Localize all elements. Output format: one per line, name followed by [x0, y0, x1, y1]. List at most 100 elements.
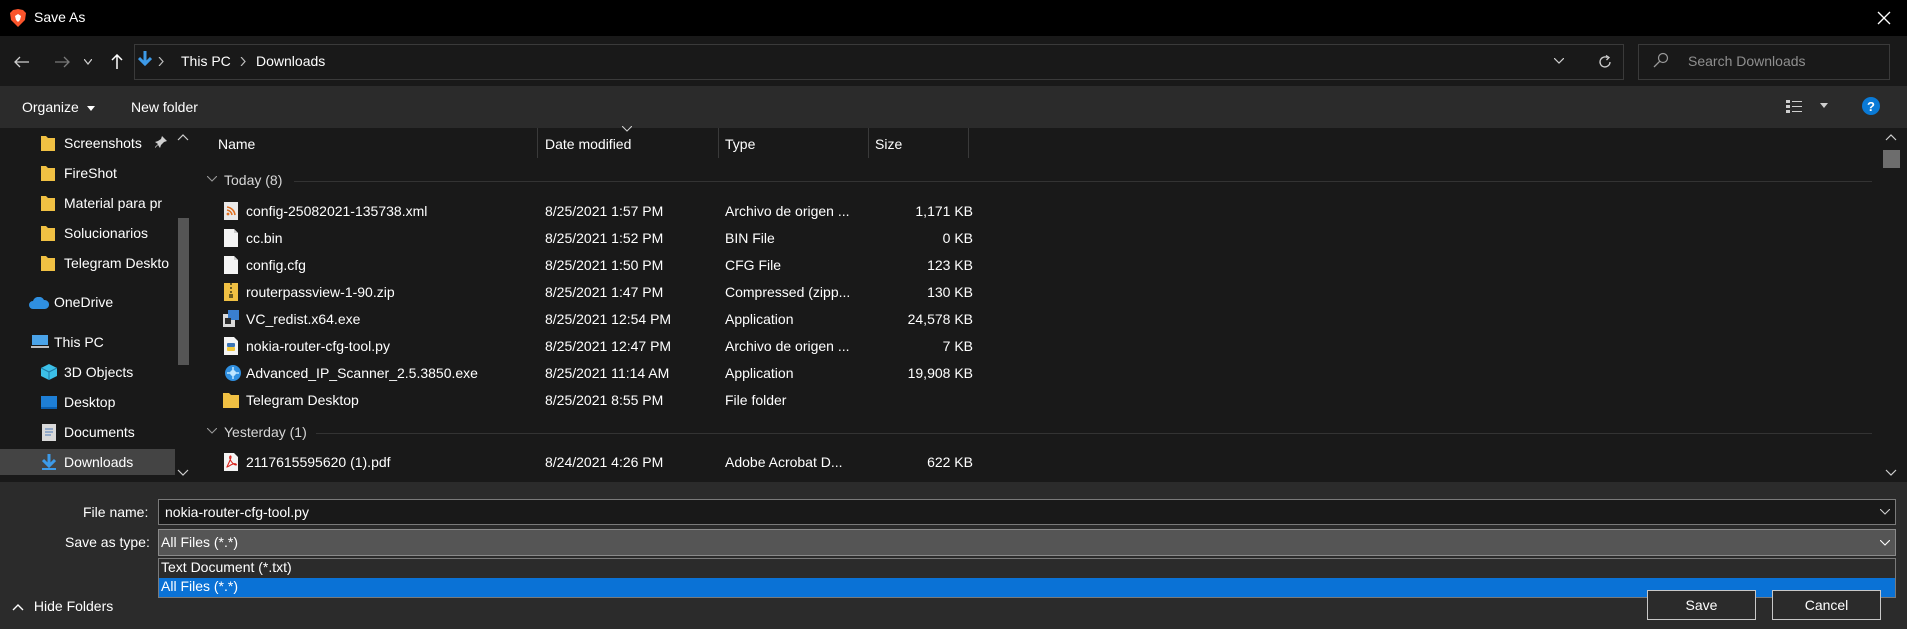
file-row[interactable]: Advanced_IP_Scanner_2.5.3850.exe 8/25/20… [215, 360, 1875, 387]
download-icon [42, 454, 56, 470]
column-header-type[interactable]: Type [719, 128, 867, 158]
file-row[interactable]: cc.bin 8/25/2021 1:52 PM BIN File 0 KB [215, 225, 1875, 252]
chevron-right-icon [240, 57, 246, 66]
nav-item-downloads[interactable]: Downloads [0, 449, 190, 475]
help-button[interactable]: ? [1862, 97, 1880, 115]
save-type-option-all[interactable]: All Files (*.*) [159, 578, 1895, 597]
refresh-icon [1599, 55, 1611, 68]
folder-icon [41, 166, 55, 181]
save-type-value: All Files (*.*) [161, 534, 239, 550]
organize-button[interactable]: Organize [22, 99, 95, 115]
folder-icon [41, 256, 55, 271]
nav-item-documents[interactable]: Documents [0, 419, 190, 445]
group-header-today[interactable]: Today (8) [224, 172, 282, 188]
save-button[interactable]: Save [1647, 590, 1756, 620]
python-file-icon [224, 337, 238, 355]
up-button[interactable] [103, 48, 131, 76]
organize-label: Organize [22, 99, 79, 115]
chevron-right-icon [158, 57, 164, 66]
file-name-input[interactable] [158, 499, 1896, 525]
file-row[interactable]: routerpassview-1-90.zip 8/25/2021 1:47 P… [215, 279, 1875, 306]
nav-item-fireshot[interactable]: FireShot [0, 160, 190, 186]
file-row[interactable]: config-25082021-135738.xml 8/25/2021 1:5… [215, 198, 1875, 225]
file-icon [224, 229, 238, 247]
folder-icon [41, 196, 55, 211]
refresh-button[interactable] [1590, 48, 1620, 76]
command-bar [0, 86, 1907, 128]
save-type-option-txt[interactable]: Text Document (*.txt) [159, 559, 1895, 578]
chevron-down-icon[interactable] [1880, 540, 1890, 546]
back-button[interactable] [8, 48, 36, 76]
details-view-icon [1786, 100, 1828, 113]
hide-folders-button[interactable]: Hide Folders [12, 598, 113, 614]
save-type-select[interactable]: All Files (*.*) [158, 529, 1896, 556]
nav-item-this-pc[interactable]: This PC [0, 329, 190, 355]
arrow-right-icon [55, 56, 70, 68]
forward-button[interactable] [48, 48, 76, 76]
scroll-up-icon[interactable] [177, 133, 189, 141]
computer-icon [31, 335, 49, 348]
file-row[interactable]: 2117615595620 (1).pdf 8/24/2021 4:26 PM … [215, 449, 1875, 476]
nav-item-3d-objects[interactable]: 3D Objects [0, 359, 190, 385]
file-name-label: File name: [83, 504, 149, 520]
change-view-button[interactable] [1786, 98, 1830, 117]
folder-icon [41, 136, 55, 151]
nav-scrollbar-thumb[interactable] [178, 218, 189, 365]
save-type-label: Save as type: [65, 534, 150, 550]
file-row[interactable]: config.cfg 8/25/2021 1:50 PM CFG File 12… [215, 252, 1875, 279]
folder-icon [41, 226, 55, 241]
file-list-scrollbar[interactable] [1883, 128, 1907, 482]
scroll-down-icon[interactable] [177, 469, 189, 477]
close-button[interactable] [1861, 0, 1907, 36]
nav-item-desktop[interactable]: Desktop [0, 389, 190, 415]
column-header-date[interactable]: Date modified [538, 128, 717, 158]
arrow-up-icon [111, 54, 123, 69]
new-folder-button[interactable]: New folder [131, 99, 198, 115]
breadcrumb-this-pc[interactable]: This PC [181, 53, 231, 69]
close-icon [1877, 11, 1891, 25]
group-collapse-icon[interactable] [207, 176, 217, 182]
file-icon [224, 256, 238, 274]
download-folder-icon [138, 51, 152, 67]
pin-icon [155, 136, 167, 148]
nav-item-screenshots[interactable]: Screenshots [0, 130, 190, 156]
nav-item-material[interactable]: Material para pr [0, 190, 190, 216]
hide-folders-label: Hide Folders [33, 598, 114, 614]
group-divider [294, 181, 1872, 182]
nav-item-telegram[interactable]: Telegram Deskto [0, 250, 190, 276]
arrow-left-icon [14, 56, 29, 68]
search-icon [1653, 52, 1669, 68]
column-header-size[interactable]: Size [869, 128, 967, 158]
nav-item-solucionarios[interactable]: Solucionarios [0, 220, 190, 246]
title-bar [0, 0, 1907, 36]
file-row[interactable]: nokia-router-cfg-tool.py 8/25/2021 12:47… [215, 333, 1875, 360]
scroll-down-icon[interactable] [1885, 469, 1897, 477]
documents-icon [42, 424, 56, 441]
breadcrumb-downloads[interactable]: Downloads [256, 53, 325, 69]
file-list-scrollbar-thumb[interactable] [1883, 150, 1900, 168]
column-divider[interactable] [968, 128, 969, 158]
folder-icon [223, 393, 239, 408]
column-header-name[interactable]: Name [208, 128, 536, 158]
recent-locations-button[interactable] [80, 48, 96, 76]
address-bar[interactable] [134, 44, 1624, 80]
chevron-down-icon[interactable] [1880, 509, 1890, 515]
cancel-button[interactable]: Cancel [1772, 590, 1881, 620]
save-type-dropdown: Text Document (*.txt) All Files (*.*) [158, 558, 1896, 598]
window-title: Save As [34, 9, 86, 25]
pdf-icon [224, 453, 238, 471]
group-header-yesterday[interactable]: Yesterday (1) [224, 424, 307, 440]
desktop-icon [41, 396, 57, 409]
address-history-chevron-icon[interactable] [1554, 58, 1564, 64]
group-collapse-icon[interactable] [207, 428, 217, 434]
chevron-down-icon [84, 59, 92, 65]
cloud-icon [29, 297, 49, 309]
scroll-up-icon[interactable] [1885, 133, 1897, 141]
nav-item-onedrive[interactable]: OneDrive [0, 289, 190, 315]
search-placeholder: Search Downloads [1688, 53, 1806, 69]
group-divider [316, 433, 1872, 434]
file-row[interactable]: VC_redist.x64.exe 8/25/2021 12:54 PM App… [215, 306, 1875, 333]
scanner-app-icon [225, 365, 241, 381]
file-row[interactable]: Telegram Desktop 8/25/2021 8:55 PM File … [215, 387, 1875, 414]
brave-browser-icon [10, 9, 26, 27]
